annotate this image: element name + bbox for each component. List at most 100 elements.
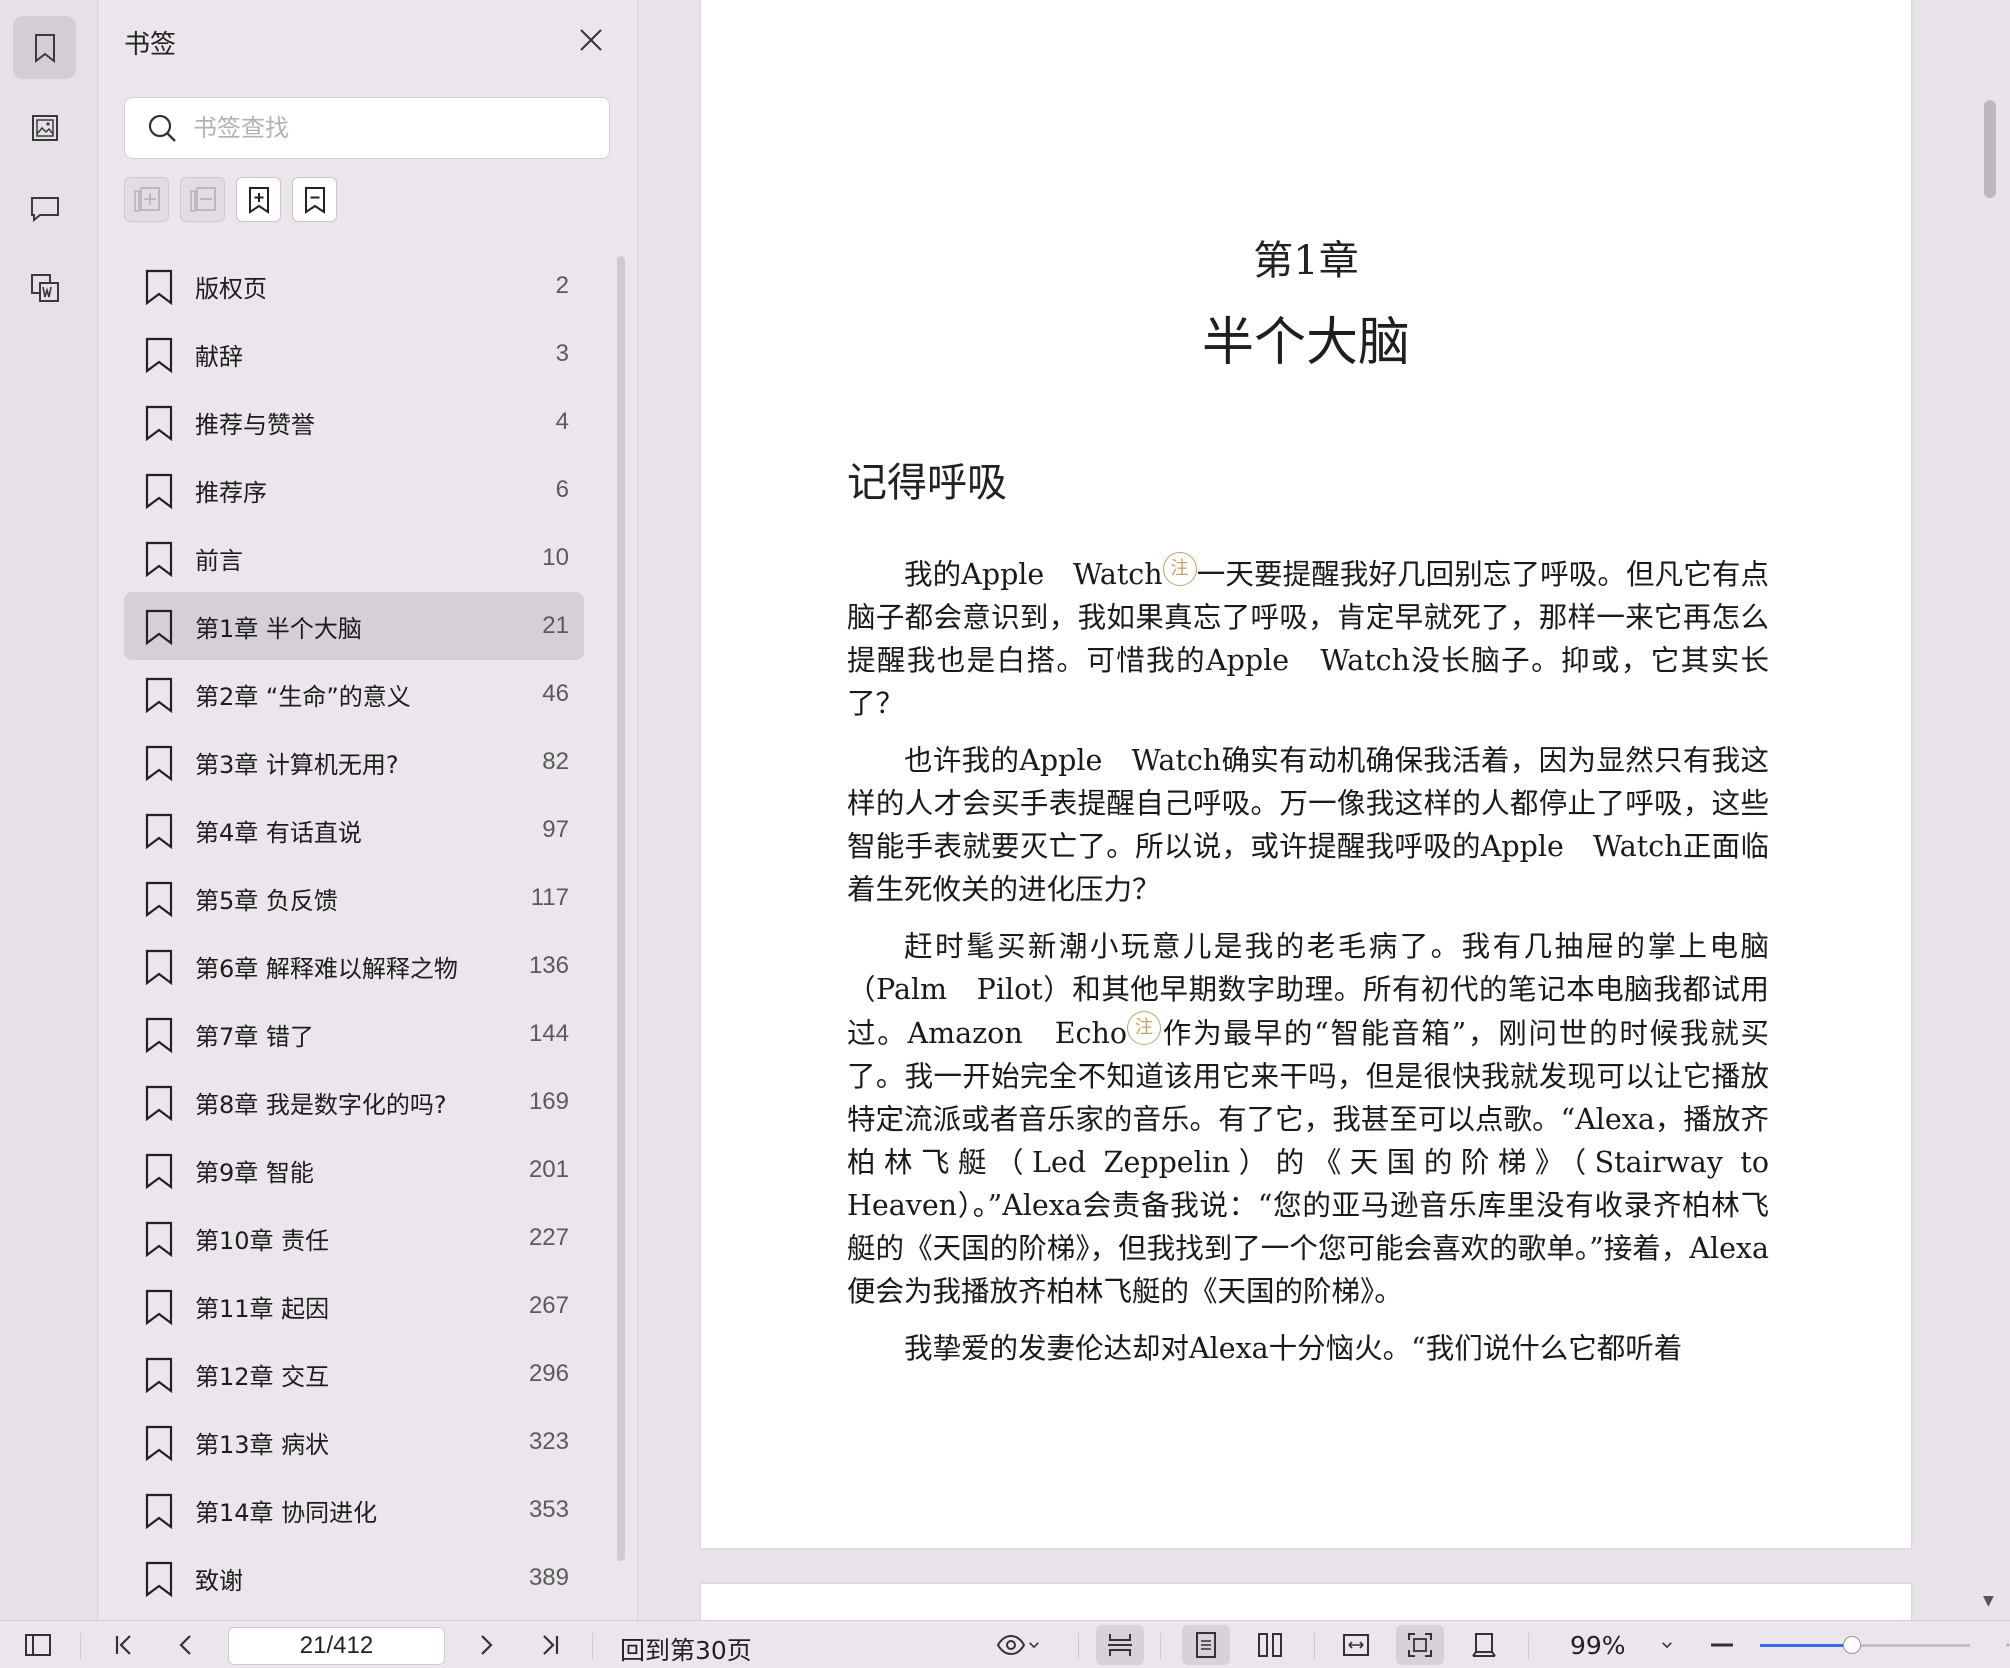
document-scrollbar[interactable] [1984, 100, 1996, 198]
divider [1160, 1633, 1161, 1659]
bookmark-item[interactable]: 第10章 责任 227 [124, 1204, 584, 1272]
bookmark-page: 10 [542, 544, 569, 571]
bookmark-label: 推荐序 [195, 478, 267, 507]
bookmark-search [124, 97, 610, 159]
bookmark-label: 第9章 智能 [195, 1158, 314, 1187]
rail-comment-button[interactable] [13, 176, 76, 239]
minus-icon [1711, 1643, 1733, 1647]
collapse-all-button[interactable] [180, 177, 225, 222]
bookmark-page: 21 [542, 612, 569, 639]
bookmark-page: 3 [555, 340, 569, 367]
bookmark-label: 第5章 负反馈 [195, 886, 338, 915]
bookmark-label: 推荐与赞誉 [195, 410, 315, 439]
scroll-down-arrow-icon[interactable]: ▼ [1983, 1593, 1994, 1609]
bookmark-icon [145, 881, 173, 917]
chevron-left-icon [179, 1635, 191, 1655]
bookmark-item[interactable]: 第5章 负反馈 117 [124, 864, 584, 932]
bookmark-item[interactable]: 前言 10 [124, 524, 584, 592]
bookmark-icon [145, 337, 173, 373]
previous-page-button[interactable] [166, 1621, 206, 1668]
rail-bookmark-button[interactable] [13, 16, 76, 79]
bookmark-item[interactable]: 第2章 “生命”的意义 46 [124, 660, 584, 728]
rail-word-button[interactable] [13, 256, 76, 319]
expand-all-button[interactable] [124, 177, 169, 222]
zoom-level[interactable]: 99% [1570, 1631, 1626, 1660]
bookmark-item[interactable]: 第11章 起因 267 [124, 1272, 584, 1340]
panel-scrollbar[interactable] [617, 256, 625, 1561]
section-title: 记得呼吸 [847, 460, 1007, 506]
bookmark-item-selected[interactable]: 第1章 半个大脑 21 [124, 592, 584, 660]
add-bookmark-button[interactable] [236, 177, 281, 222]
bookmark-item[interactable]: 第9章 智能 201 [124, 1136, 584, 1204]
bookmark-label: 第7章 错了 [195, 1022, 314, 1051]
zoom-in-button[interactable] [1988, 1621, 2010, 1668]
next-page-button[interactable] [466, 1621, 506, 1668]
bookmark-label: 第6章 解释难以解释之物 [195, 954, 458, 983]
chapter-number: 第1章 [1253, 238, 1359, 284]
single-page-button[interactable] [1182, 1625, 1230, 1665]
last-page-button[interactable] [530, 1621, 570, 1668]
bookmark-icon [145, 1425, 173, 1461]
remove-bookmark-button[interactable] [292, 177, 337, 222]
bookmark-item[interactable]: 第14章 协同进化 353 [124, 1476, 584, 1544]
bookmark-label: 第11章 起因 [195, 1294, 330, 1323]
bookmark-item[interactable]: 第13章 病状 323 [124, 1408, 584, 1476]
footnote-marker[interactable]: 注 [1127, 1011, 1162, 1045]
footnote-marker[interactable]: 注 [1162, 552, 1197, 586]
bookmark-item[interactable]: 献辞 3 [124, 320, 584, 388]
zoom-slider[interactable] [1760, 1636, 1970, 1654]
bookmark-label: 版权页 [195, 274, 267, 303]
rotate-page-button[interactable] [1460, 1621, 1508, 1668]
bookmark-item[interactable]: 第7章 错了 144 [124, 1000, 584, 1068]
divider [80, 1633, 81, 1659]
bookmark-page: 201 [528, 1156, 569, 1183]
bottom-toolbar: 回到第30页 99% [0, 1620, 2010, 1668]
paragraph: 也许我的Apple Watch确实有动机确保我活着，因为显然只有我这样的人才会买… [847, 744, 1769, 906]
bookmark-item[interactable]: 推荐序 6 [124, 456, 584, 524]
continuous-scroll-button[interactable] [1096, 1625, 1144, 1665]
bookmark-icon [145, 949, 173, 985]
bookmark-icon [145, 1153, 173, 1189]
paragraph-text: 作为最早的“智能音箱”，刚问世的时候我就买了。我一开始完全不知道该用它来干吗，但… [847, 1017, 1769, 1308]
zoom-dropdown-button[interactable] [1652, 1621, 1682, 1668]
double-page-button[interactable] [1246, 1621, 1294, 1668]
bookmark-label: 第13章 病状 [195, 1430, 330, 1459]
fit-page-button[interactable] [1396, 1625, 1444, 1665]
bookmark-page: 169 [528, 1088, 569, 1115]
body-text: 我的Apple Watch 注一天要提醒我好几回别忘了呼吸。但凡它有点脑子都会意识… [847, 552, 1769, 1384]
bookmark-page: 389 [528, 1564, 569, 1591]
page-number-input[interactable] [228, 1627, 445, 1665]
zoom-out-button[interactable] [1702, 1621, 1742, 1668]
chevron-down-icon [1029, 1642, 1039, 1649]
bookmark-item[interactable]: 第4章 有话直说 97 [124, 796, 584, 864]
bookmark-item[interactable]: 版权页 2 [124, 252, 584, 320]
rail-thumbnail-button[interactable] [13, 96, 76, 159]
first-page-button[interactable] [104, 1621, 144, 1668]
close-panel-button[interactable] [573, 22, 609, 58]
bookmark-item[interactable]: 致谢 389 [124, 1544, 584, 1612]
bookmark-icon [145, 1085, 173, 1121]
eye-icon [996, 1634, 1026, 1656]
toggle-sidebar-button[interactable] [18, 1621, 58, 1668]
bookmark-icon [145, 1221, 173, 1257]
fit-width-button[interactable] [1332, 1621, 1380, 1668]
bookmark-page: 353 [528, 1496, 569, 1523]
bookmark-icon [145, 1493, 173, 1529]
last-page-icon [543, 1635, 559, 1655]
bookmark-icon [145, 1357, 173, 1393]
bookmark-item[interactable]: 推荐与赞誉 4 [124, 388, 584, 456]
go-back-link[interactable]: 回到第30页 [620, 1631, 752, 1667]
bookmark-item[interactable]: 第6章 解释难以解释之物 136 [124, 932, 584, 1000]
divider [1078, 1633, 1079, 1659]
bookmark-search-input[interactable] [193, 114, 573, 142]
reading-mode-button[interactable] [988, 1621, 1050, 1668]
bookmark-label: 第4章 有话直说 [195, 818, 362, 847]
bookmark-item[interactable]: 第8章 我是数字化的吗? 169 [124, 1068, 584, 1136]
bookmark-icon [145, 745, 173, 781]
bookmark-item[interactable]: 第12章 交互 296 [124, 1340, 584, 1408]
bookmark-label: 第3章 计算机无用? [195, 750, 399, 779]
bookmark-icon [34, 33, 55, 63]
bookmark-label: 第2章 “生命”的意义 [195, 682, 411, 711]
bookmark-item[interactable]: 第3章 计算机无用? 82 [124, 728, 584, 796]
zoom-slider-thumb[interactable] [1843, 1636, 1862, 1654]
